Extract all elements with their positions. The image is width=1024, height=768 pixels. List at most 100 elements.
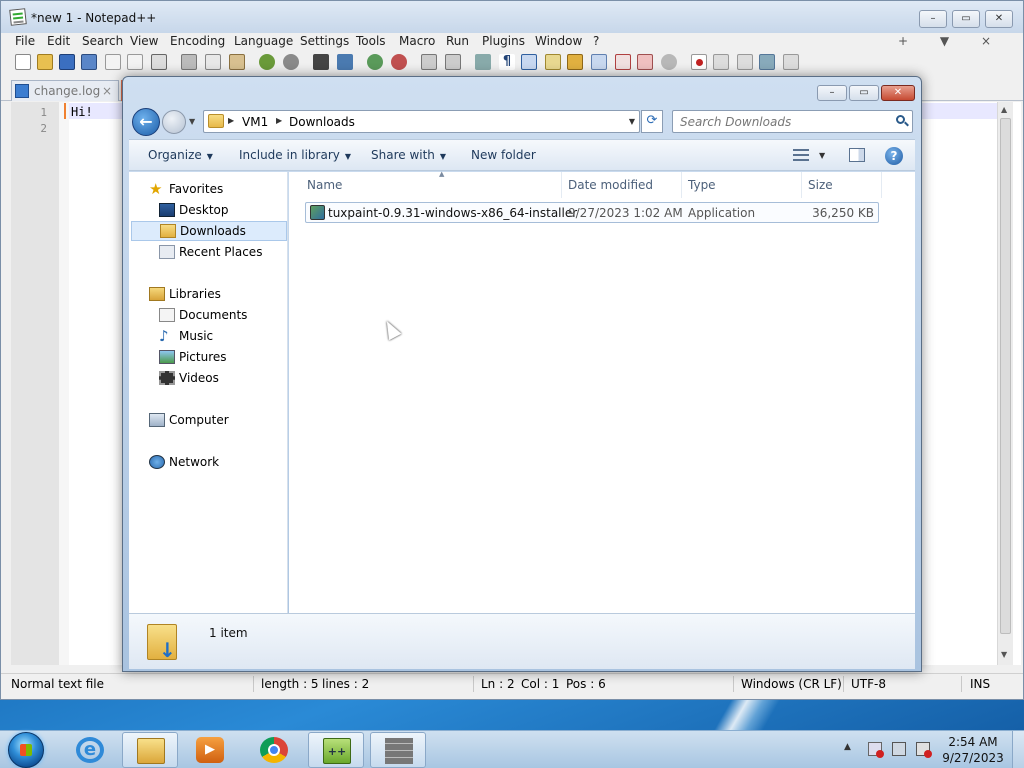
column-header-type[interactable]: Type [682,172,802,198]
organize-button[interactable]: Organize ▼ [148,148,213,162]
stop-macro-icon[interactable] [713,54,729,70]
column-header-name[interactable]: Name ▲ [301,170,562,198]
search-icon[interactable] [896,115,905,124]
network-tray-icon[interactable] [892,742,906,756]
npp-minimize-button[interactable]: – [919,10,947,28]
explorer-maximize-button[interactable]: ▭ [849,85,879,101]
replace-icon[interactable] [337,54,353,70]
nav-libraries[interactable]: Libraries [149,285,279,305]
nav-desktop[interactable]: Desktop [159,201,279,221]
menu-search[interactable]: Search [82,34,123,48]
indent-guide-icon[interactable] [521,54,537,70]
recent-pages-dropdown[interactable]: ▼ [189,117,195,126]
system-clock[interactable]: 2:54 AM 9/27/2023 [940,734,1006,766]
sync-horizontal-icon[interactable] [445,54,461,70]
toolbar-icon-red[interactable] [637,54,653,70]
help-icon[interactable]: ? [885,147,903,165]
breadcrumb-chevron-icon[interactable]: ▶ [228,116,234,125]
redo-icon[interactable] [283,54,299,70]
menu-run[interactable]: Run [446,34,469,48]
nav-network[interactable]: Network [149,453,279,473]
menu-encoding[interactable]: Encoding [170,34,225,48]
address-bar[interactable]: ▶ VM1 ▶ Downloads ▼ [203,110,640,133]
nav-favorites[interactable]: ★ Favorites [149,180,279,200]
show-desktop-button[interactable] [1012,731,1024,768]
find-icon[interactable] [313,54,329,70]
taskbar-chrome[interactable] [246,732,302,768]
file-row[interactable]: tuxpaint-0.9.31-windows-x86_64-installer… [305,202,879,223]
zoom-in-icon[interactable] [367,54,383,70]
new-file-icon[interactable] [15,54,31,70]
toolbar-icon-gray[interactable] [661,54,677,70]
nav-videos[interactable]: Videos [159,369,279,389]
menu-tools[interactable]: Tools [356,34,386,48]
paste-icon[interactable] [229,54,245,70]
new-folder-button[interactable]: New folder [471,148,536,162]
menu-language[interactable]: Language [234,34,293,48]
menu-plugins[interactable]: Plugins [482,34,525,48]
close-file-icon[interactable] [105,54,121,70]
play-macro-icon[interactable] [737,54,753,70]
menu-edit[interactable]: Edit [47,34,70,48]
folder-workspace-icon[interactable] [591,54,607,70]
refresh-button[interactable]: ⟳ [641,110,663,133]
function-list-icon[interactable] [567,54,583,70]
menu-file[interactable]: File [15,34,35,48]
start-button[interactable] [8,732,44,768]
zoom-out-icon[interactable] [391,54,407,70]
close-tab-icon[interactable]: × [102,84,112,98]
taskbar-file-explorer[interactable] [122,732,178,768]
forward-button[interactable] [162,110,186,134]
nav-pictures[interactable]: Pictures [159,348,279,368]
npp-maximize-button[interactable]: ▭ [952,10,980,28]
copy-icon[interactable] [205,54,221,70]
open-file-icon[interactable] [37,54,53,70]
menu-help[interactable]: ? [593,34,599,48]
taskbar-virtualbox[interactable] [370,732,426,768]
file-list-pane[interactable]: Name ▲ Date modified Type Size tuxpaint-0… [289,170,915,613]
menu-view[interactable]: View [130,34,158,48]
menu-macro[interactable]: Macro [399,34,435,48]
taskbar-internet-explorer[interactable]: e [62,732,118,768]
nav-downloads[interactable]: Downloads [131,221,287,241]
taskbar-media-player[interactable]: ▶ [182,732,238,768]
record-macro-icon[interactable] [691,54,707,70]
search-box[interactable] [672,110,913,133]
action-center-icon[interactable] [868,742,884,758]
cut-icon[interactable] [181,54,197,70]
explorer-minimize-button[interactable]: – [817,85,847,101]
nav-music[interactable]: ♪ Music [159,327,279,347]
scrollbar-thumb[interactable] [1000,118,1011,634]
explorer-close-button[interactable]: ✕ [881,85,915,101]
save-icon[interactable] [59,54,75,70]
back-button[interactable]: ← [132,108,160,136]
breadcrumb-chevron-icon[interactable]: ▶ [276,116,282,125]
tab-change-log[interactable]: change.log × [11,80,119,101]
undo-icon[interactable] [259,54,275,70]
change-view-icon[interactable] [793,149,809,161]
editor-text[interactable]: Hi! [71,104,93,120]
address-dropdown-icon[interactable]: ▼ [629,117,635,126]
vertical-scrollbar[interactable]: ▲ ▼ [997,102,1013,665]
run-macro-multiple-icon[interactable] [759,54,775,70]
print-icon[interactable] [151,54,167,70]
breadcrumb-downloads[interactable]: Downloads [289,115,355,129]
search-input[interactable] [673,111,893,132]
npp-title-bar[interactable]: *new 1 - Notepad++ – ▭ ✕ [1,1,1023,33]
menu-settings[interactable]: Settings [300,34,349,48]
word-wrap-icon[interactable] [475,54,491,70]
column-header-size[interactable]: Size [802,172,882,198]
monitoring-icon[interactable] [615,54,631,70]
save-all-icon[interactable] [81,54,97,70]
column-header-date-modified[interactable]: Date modified [562,172,682,198]
share-with-button[interactable]: Share with ▼ [371,148,446,162]
sync-vertical-icon[interactable] [421,54,437,70]
taskbar-notepad-plus-plus[interactable]: ++ [308,732,364,768]
nav-documents[interactable]: Documents [159,306,279,326]
show-all-chars-icon[interactable]: ¶ [499,54,515,70]
include-in-library-button[interactable]: Include in library ▼ [239,148,351,162]
nav-computer[interactable]: Computer [149,411,279,431]
show-hidden-icons[interactable]: ▲ [844,742,851,752]
save-macro-icon[interactable] [783,54,799,70]
breadcrumb-vm1[interactable]: VM1 [242,115,268,129]
